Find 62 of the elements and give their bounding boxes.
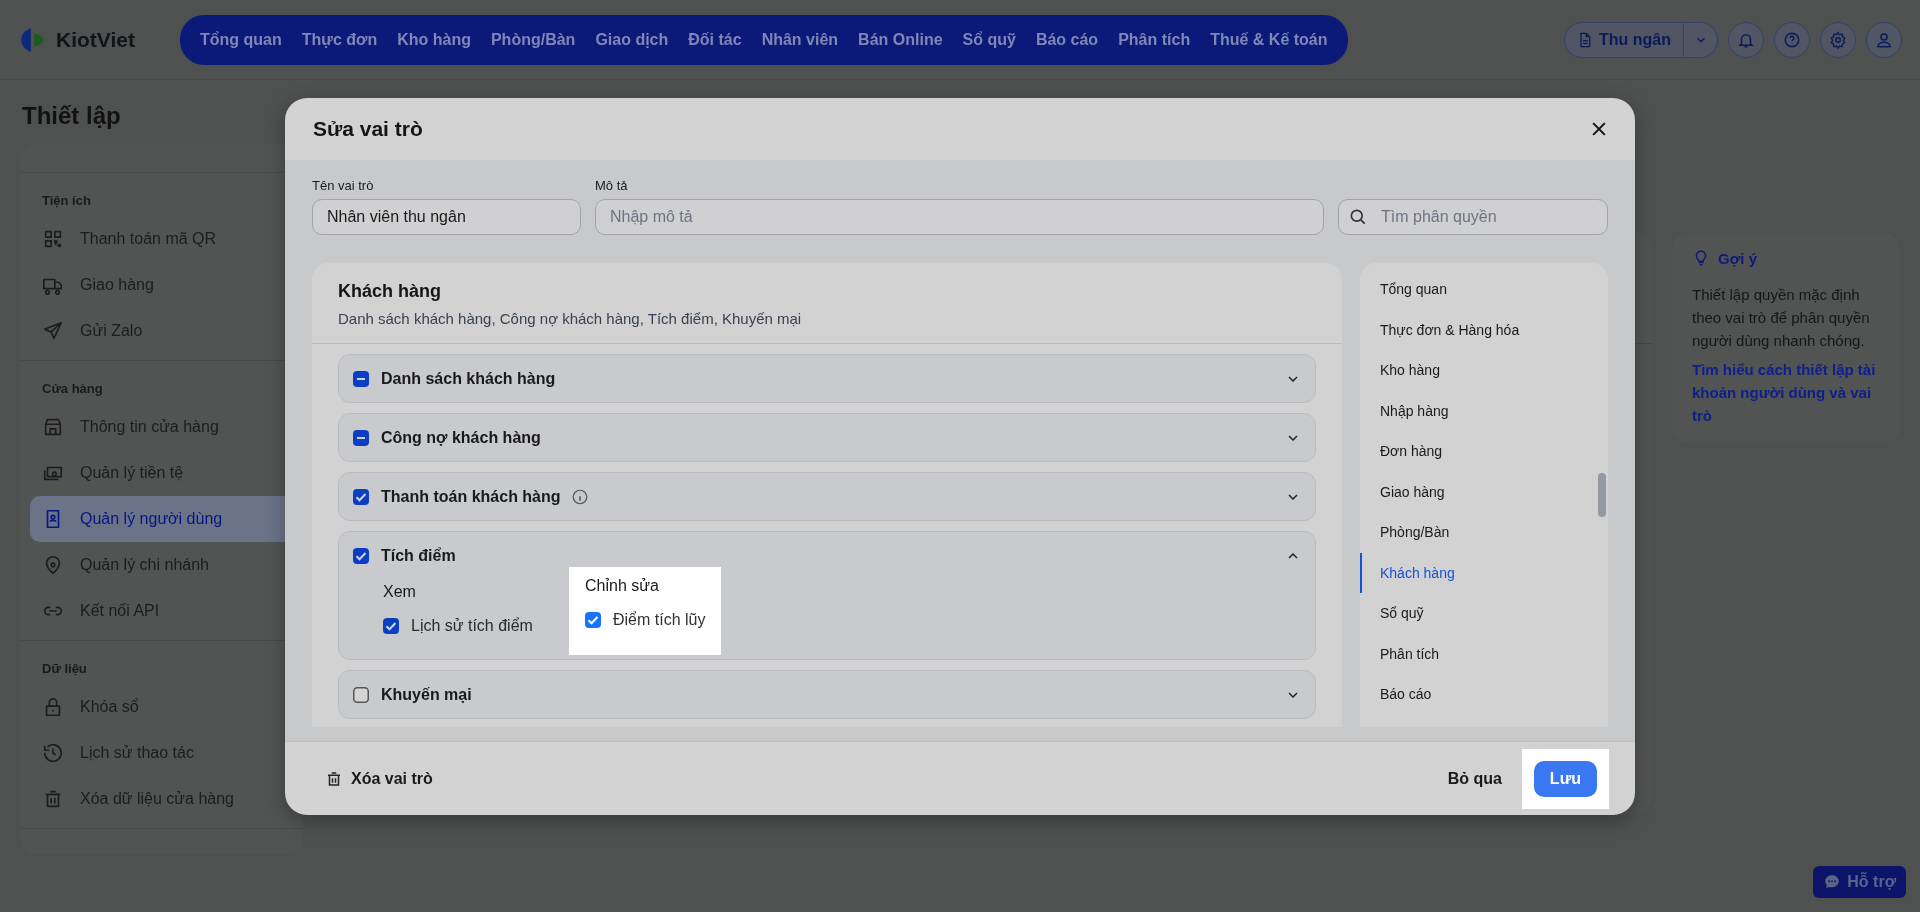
menu-item[interactable]: Phòng/Bàn	[480, 30, 586, 49]
sidebar-item[interactable]: Quản lý tiền tệ	[30, 450, 302, 496]
menu-item[interactable]: Phân tích	[1108, 30, 1201, 49]
delete-role-button[interactable]: Xóa vai trò	[325, 769, 433, 788]
group-title: Khách hàng	[338, 281, 442, 302]
menu-item[interactable]: Báo cáo	[1025, 30, 1109, 49]
permission-label: Thanh toán khách hàng	[381, 487, 561, 506]
section-link[interactable]: Thực đơn & Hàng hóa	[1360, 309, 1608, 350]
permission-label: Khuyến mại	[381, 685, 472, 704]
menu-item[interactable]: Tổng quan	[190, 30, 292, 49]
menu-item[interactable]: Kho hàng	[387, 30, 481, 49]
section-link[interactable]: Sổ quỹ	[1360, 593, 1608, 634]
permission-label: Tích điểm	[381, 546, 456, 565]
sidebar-item[interactable]: Thanh toán mã QR	[30, 216, 302, 262]
sidebar-item[interactable]: Kết nối API	[30, 588, 302, 634]
menu-item[interactable]: Đối tác	[678, 30, 752, 49]
section-link[interactable]: Kho hàng	[1360, 350, 1608, 391]
section-link[interactable]: Tổng quan	[1360, 269, 1608, 310]
brand-name[interactable]: KiotViet	[56, 27, 135, 52]
option-label: Điểm tích lũy	[613, 611, 706, 629]
field-label: Mô tả	[595, 178, 629, 193]
sidebar-item[interactable]: Xóa dữ liệu cửa hàng	[30, 776, 302, 822]
sidebar-item[interactable]: Thông tin cửa hàng	[30, 404, 302, 450]
role-name-field[interactable]: Nhân viên thu ngân	[312, 199, 581, 235]
save-button[interactable]: Lưu	[1533, 760, 1597, 797]
hint-text: Thiết lập quyền mặc định theo vai trò để phân quyền người dùng nhanh chóng.	[1692, 285, 1871, 351]
permission-label: Danh sách khách hàng	[381, 369, 556, 388]
menu-item[interactable]: Sổ quỹ	[952, 30, 1026, 49]
menu-item[interactable]: Bán Online	[848, 30, 953, 49]
page-title: Thiết lập	[22, 102, 122, 130]
field-label: Tên vai trò	[312, 178, 375, 193]
sidebar-item[interactable]: Quản lý chi nhánh	[30, 542, 302, 588]
role-button[interactable]: Thu ngân	[1564, 21, 1684, 58]
menu-item[interactable]: Nhân viên	[751, 30, 849, 49]
cancel-button[interactable]: Bỏ qua	[1447, 769, 1502, 788]
column-title: Xem	[383, 583, 417, 601]
menu-item[interactable]: Giao dịch	[585, 30, 679, 49]
permission-label: Công nợ khách hàng	[381, 428, 541, 447]
sidebar-item[interactable]: Gửi Zalo	[30, 308, 302, 354]
search-field[interactable]: Tìm phân quyền	[1338, 199, 1608, 235]
group-subtitle: Danh sách khách hàng, Công nợ khách hàng, Tích điểm, Khuyến mại	[338, 310, 803, 327]
section-link[interactable]: Giao hàng	[1360, 471, 1608, 512]
section-link[interactable]: Phân tích	[1360, 633, 1608, 674]
section-link[interactable]: Khách hàng	[1360, 552, 1608, 593]
sidebar-item[interactable]: Khóa sổ	[30, 684, 302, 730]
section-link[interactable]: Báo cáo	[1360, 674, 1608, 715]
column-title: Chỉnh sửa	[585, 577, 660, 595]
section-link[interactable]: Đơn hàng	[1360, 431, 1608, 472]
option-label: Lịch sử tích điểm	[411, 617, 533, 635]
hint-title: Gợi ý	[1718, 249, 1757, 267]
description-field[interactable]: Nhập mô tả	[595, 199, 1324, 235]
menu-item[interactable]: Thực đơn	[291, 30, 388, 49]
support-button[interactable]: Hỗ trợ	[1813, 866, 1906, 898]
section-link[interactable]: Phòng/Bàn	[1360, 512, 1608, 553]
section-heading: Dữ liệu	[41, 660, 88, 678]
section-heading: Cửa hàng	[41, 380, 104, 398]
sidebar-item[interactable]: Lịch sử thao tác	[30, 730, 302, 776]
section-link[interactable]: Nhập hàng	[1360, 390, 1608, 431]
sidebar-item[interactable]: Giao hàng	[30, 262, 302, 308]
section-heading: Tiện ích	[41, 192, 92, 210]
dialog-title: Sửa vai trò	[313, 117, 423, 141]
menu-item[interactable]: Thuế & Kế toán	[1200, 30, 1338, 49]
